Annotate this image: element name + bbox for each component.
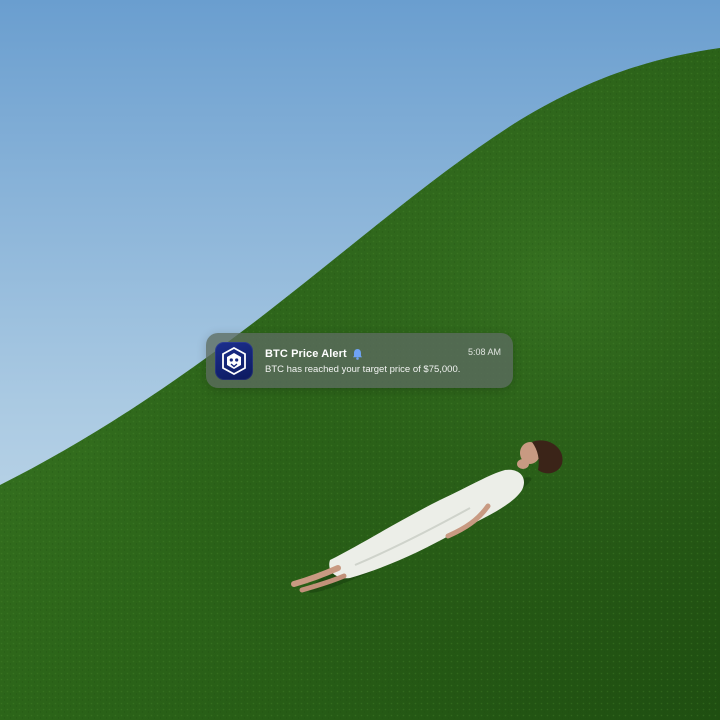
notification-body: BTC has reached your target price of $75… <box>265 364 461 375</box>
notification-time: 5:08 AM <box>467 347 501 357</box>
bell-icon <box>352 348 362 360</box>
crypto-com-app-icon[interactable] <box>215 342 253 380</box>
lion-shield-icon <box>222 347 246 375</box>
notification-header: BTC Price Alert 5:08 AM <box>265 346 501 362</box>
notification-title: BTC Price Alert <box>265 348 347 360</box>
notification-banner[interactable]: BTC Price Alert 5:08 AM BTC has reached … <box>206 333 513 388</box>
lock-screen: BTC Price Alert 5:08 AM BTC has reached … <box>0 0 720 720</box>
